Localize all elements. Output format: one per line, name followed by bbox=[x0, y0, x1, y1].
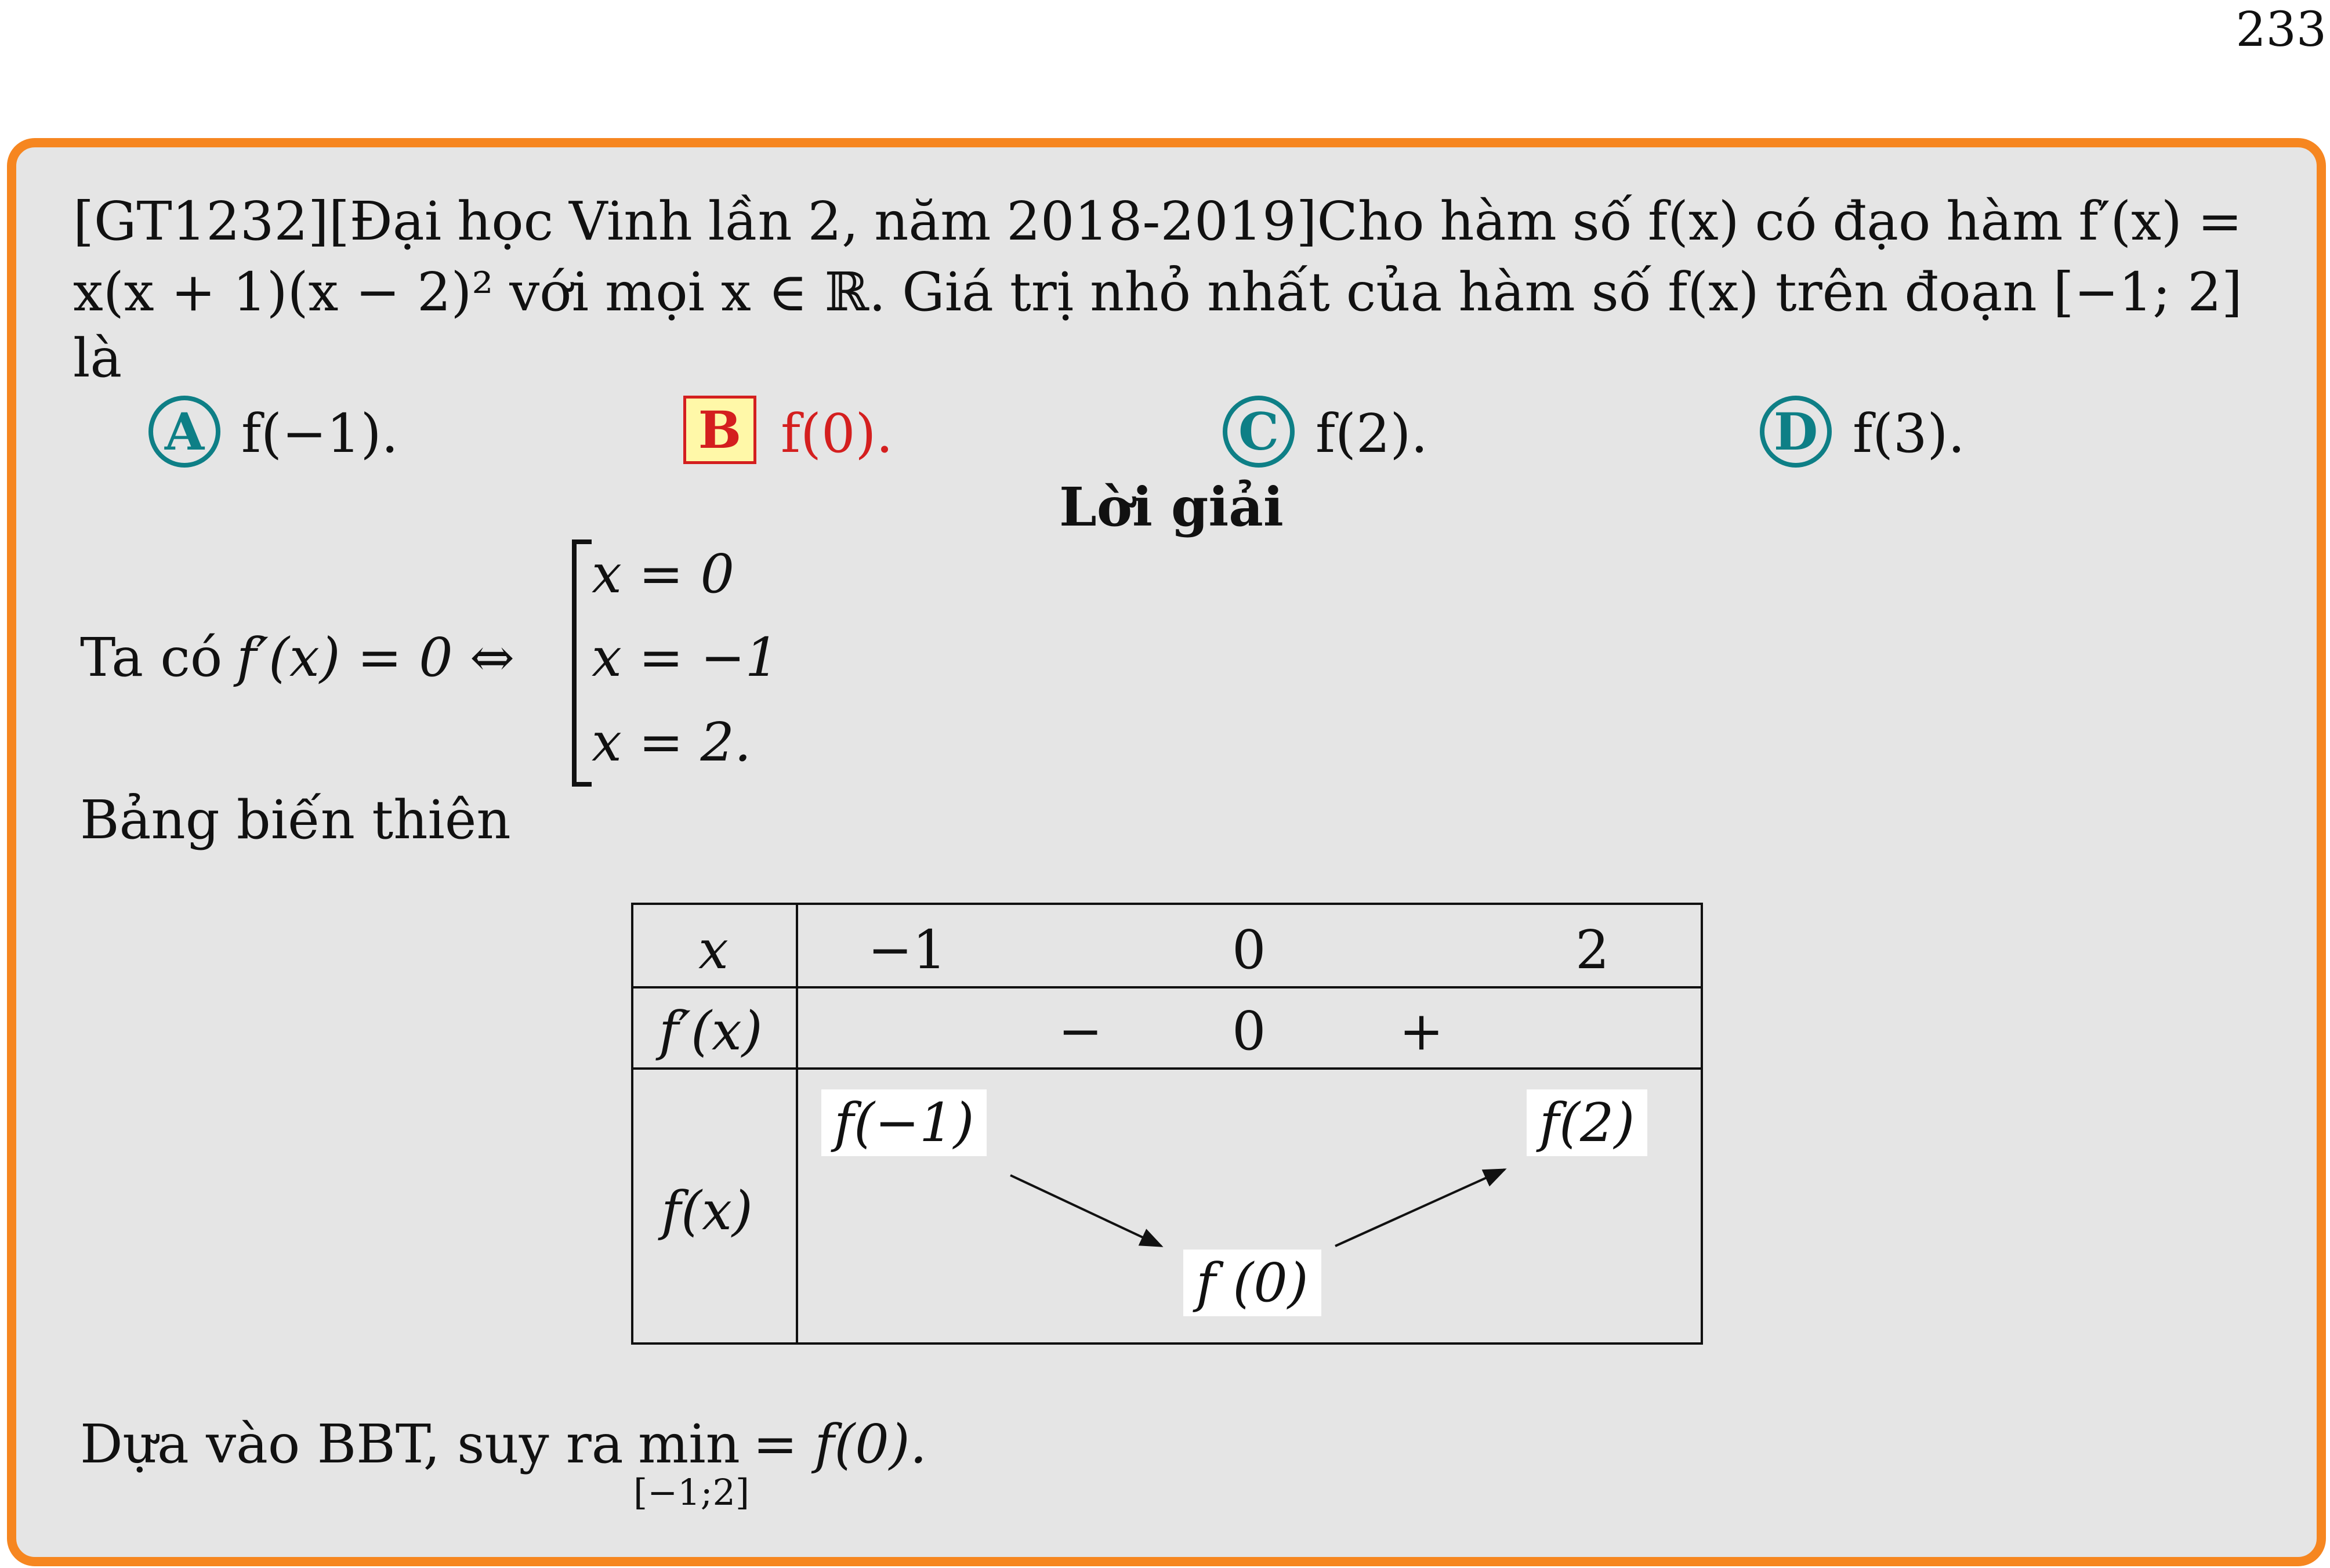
variation-table: x f′(x) f(x) −1 0 2 − 0 + f(−1) f (0) f(… bbox=[631, 903, 1703, 1345]
question-line-1: [GT1232][Đại học Vinh lần 2, năm 2018-2019]Cho… bbox=[73, 195, 2242, 248]
increasing-arrow bbox=[1335, 1168, 1507, 1247]
derivative-equation: f′(x) = 0 ⇔ bbox=[237, 627, 515, 689]
line2-word: nhất bbox=[1206, 261, 1330, 323]
conclusion-text: Dựa vào BBT, suy ra bbox=[80, 1413, 624, 1475]
line2-word: số bbox=[1591, 261, 1652, 323]
line2-word: mọi bbox=[605, 261, 705, 323]
line1-word: Vinh bbox=[569, 190, 693, 252]
line2-word: Giá bbox=[902, 261, 994, 323]
decreasing-arrow bbox=[1010, 1174, 1164, 1247]
variation-arrows bbox=[1010, 1168, 1507, 1247]
line1-word: đạo bbox=[1832, 190, 1931, 252]
option-c-text[interactable]: f(2). bbox=[1316, 403, 1428, 465]
line2-word: hàm bbox=[1458, 261, 1575, 323]
table-caption: Bảng biến thiên bbox=[80, 789, 511, 851]
option-a-marker[interactable]: A bbox=[148, 396, 220, 468]
conclusion-result: = f(0). bbox=[753, 1413, 927, 1475]
line1-word: 2018-2019]Cho bbox=[1006, 190, 1425, 252]
page-number: 233 bbox=[2235, 2, 2327, 57]
line1-word: năm bbox=[874, 190, 991, 252]
case-3: x = 2. bbox=[592, 711, 752, 773]
case-1: x = 0 bbox=[592, 543, 734, 605]
line2-word: nhỏ bbox=[1090, 261, 1191, 323]
solution-intro: Ta có bbox=[80, 627, 223, 689]
line1-word: 2, bbox=[807, 190, 859, 252]
cases-bracket bbox=[572, 539, 592, 787]
line1-word: hàm bbox=[1946, 190, 2063, 252]
option-a-text[interactable]: f(−1). bbox=[241, 403, 398, 465]
line1-word: = bbox=[2197, 190, 2242, 252]
problem-box bbox=[7, 138, 2326, 1566]
option-c-marker[interactable]: C bbox=[1223, 396, 1295, 468]
line1-word: lần bbox=[708, 190, 792, 252]
line2-word: với bbox=[509, 261, 589, 323]
line2-word: trị bbox=[1009, 261, 1074, 323]
line1-word: f(x) bbox=[1647, 190, 1740, 252]
line1-word: [GT1232][Đại bbox=[73, 190, 442, 252]
line2-word: của bbox=[1346, 261, 1443, 323]
option-b-marker[interactable]: B bbox=[683, 396, 756, 464]
line1-word: f′(x) bbox=[2078, 190, 2182, 252]
line1-word: hàm bbox=[1440, 190, 1557, 252]
line2-word: f(x) bbox=[1668, 261, 1759, 323]
conclusion-min-subscript: [−1;2] bbox=[633, 1471, 750, 1513]
line1-word: số bbox=[1572, 190, 1633, 252]
conclusion-min: min bbox=[638, 1413, 740, 1475]
option-d-marker[interactable]: D bbox=[1760, 396, 1832, 468]
line1-word: có bbox=[1755, 190, 1817, 252]
question-line-2: x(x + 1)(x − 2)² với mọi x ∈ ℝ. Giá trị nhỏ nhấ… bbox=[73, 266, 2242, 319]
option-d-text[interactable]: f(3). bbox=[1853, 403, 1965, 465]
option-b-text[interactable]: f(0). bbox=[781, 403, 893, 465]
question-line-3: là bbox=[73, 327, 122, 389]
line2-word: đoạn bbox=[1904, 261, 2037, 323]
line1-word: học bbox=[457, 190, 554, 252]
line2-word: x ∈ ℝ. bbox=[721, 261, 886, 323]
case-2: x = −1 bbox=[592, 627, 780, 689]
line2-word: [−1; 2] bbox=[2053, 261, 2242, 323]
line2-word: trên bbox=[1775, 261, 1889, 323]
line2-word: x(x + 1)(x − 2)² bbox=[73, 261, 494, 323]
solution-heading: Lời giải bbox=[1059, 476, 1284, 538]
